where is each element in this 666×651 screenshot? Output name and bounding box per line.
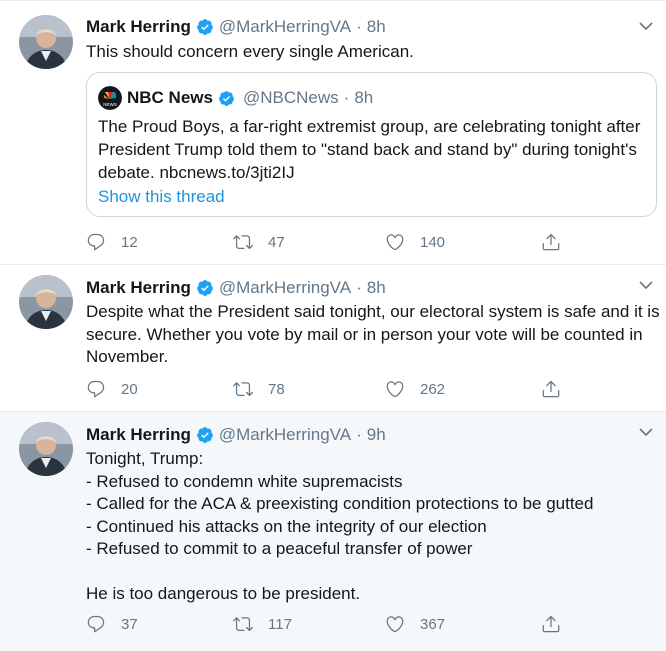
timestamp[interactable]: 8h xyxy=(367,17,386,37)
quoted-author-name: NBC News xyxy=(127,88,213,107)
quoted-text-line: debate. nbcnews.to/3jti2IJ xyxy=(98,163,295,182)
tweet-text-line: This should concern every single America… xyxy=(86,42,414,61)
retweet-icon xyxy=(233,382,253,397)
reply-icon xyxy=(87,615,105,633)
share-icon xyxy=(542,380,560,398)
tweet-text-line: November. xyxy=(86,347,169,366)
reply-button[interactable]: 37 xyxy=(86,612,138,636)
like-count: 262 xyxy=(420,380,446,398)
reply-button[interactable]: 12 xyxy=(86,230,138,254)
verified-badge-icon xyxy=(196,280,213,296)
quoted-avatar: NEWS xyxy=(98,86,122,110)
quoted-header: NBC News @NBCNews · 8h xyxy=(127,86,373,110)
retweet-button[interactable]: 117 xyxy=(233,612,292,636)
separator: · xyxy=(356,17,362,36)
tweet-header: Mark Herring @MarkHerringVA · 9h xyxy=(86,423,386,447)
tweet-actions: 37 117 367 xyxy=(86,612,586,636)
tweet-text-line: secure. Whether you vote by mail or in p… xyxy=(86,324,643,344)
author-handle[interactable]: @MarkHerringVA xyxy=(219,278,351,298)
like-icon xyxy=(386,616,404,633)
quoted-text-line: President Trump told them to "stand back… xyxy=(98,140,637,159)
like-icon xyxy=(386,234,404,251)
author-name[interactable]: Mark Herring xyxy=(86,278,191,298)
share-button[interactable] xyxy=(541,230,561,254)
tweet-text: Despite what the President said tonight,… xyxy=(86,301,660,369)
share-icon xyxy=(542,615,560,633)
separator: · xyxy=(356,278,362,297)
chevron-down-icon[interactable] xyxy=(636,422,656,442)
avatar[interactable] xyxy=(19,275,73,329)
tweet-text-line: He is too dangerous to be president. xyxy=(86,584,361,603)
tweet-actions: 12 47 140 xyxy=(86,230,586,254)
share-button[interactable] xyxy=(541,377,561,401)
tweet-text: Tonight, Trump: - Refused to condemn whi… xyxy=(86,448,652,606)
tweet-header: Mark Herring @MarkHerringVA · 8h xyxy=(86,276,386,300)
chevron-down-icon[interactable] xyxy=(636,16,656,36)
reply-count: 12 xyxy=(121,233,138,251)
tweet-text: This should concern every single America… xyxy=(86,41,652,64)
author-handle[interactable]: @MarkHerringVA xyxy=(219,425,351,445)
quoted-text: The Proud Boys, a far-right extremist gr… xyxy=(98,115,646,184)
like-count: 140 xyxy=(420,233,446,251)
quoted-text-line: The Proud Boys, a far-right extremist gr… xyxy=(98,117,641,136)
chevron-down-icon[interactable] xyxy=(636,275,656,295)
verified-badge-icon xyxy=(196,19,213,35)
quoted-tweet[interactable]: NEWS NBC News @NBCNews · 8h The Proud Bo… xyxy=(86,72,657,217)
tweet-header: Mark Herring @MarkHerringVA · 8h xyxy=(86,15,386,39)
retweet-icon xyxy=(233,235,253,250)
avatar[interactable] xyxy=(19,15,73,69)
reply-count: 37 xyxy=(121,615,138,633)
reply-icon xyxy=(87,233,105,251)
retweet-button[interactable]: 78 xyxy=(233,377,285,401)
nbc-logo-icon: NEWS xyxy=(98,86,122,110)
separator: · xyxy=(356,425,362,444)
verified-badge-icon xyxy=(196,427,213,443)
share-icon xyxy=(542,233,560,251)
show-thread-link[interactable]: Show this thread xyxy=(98,187,225,207)
like-button[interactable]: 367 xyxy=(385,612,445,636)
tweet-text-line: Tonight, Trump: xyxy=(86,449,204,468)
timestamp[interactable]: 8h xyxy=(367,278,386,298)
tweet[interactable]: Mark Herring @MarkHerringVA · 8h Despite… xyxy=(0,265,666,412)
tweet-text-line: - Refused to condemn white supremacists xyxy=(86,471,403,491)
separator: · xyxy=(343,88,350,107)
tweet-feed: Mark Herring @MarkHerringVA · 8h This sh… xyxy=(0,0,666,651)
tweet[interactable]: Mark Herring @MarkHerringVA · 9h Tonight… xyxy=(0,412,666,651)
author-name[interactable]: Mark Herring xyxy=(86,425,191,445)
retweet-button[interactable]: 47 xyxy=(233,230,285,254)
like-button[interactable]: 262 xyxy=(385,377,445,401)
timestamp[interactable]: 9h xyxy=(367,425,386,445)
author-handle[interactable]: @MarkHerringVA xyxy=(219,17,351,37)
like-button[interactable]: 140 xyxy=(385,230,445,254)
tweet-text-line: - Continued his attacks on the integrity… xyxy=(86,516,487,536)
reply-button[interactable]: 20 xyxy=(86,377,138,401)
retweet-count: 78 xyxy=(268,380,285,398)
like-count: 367 xyxy=(420,615,446,633)
retweet-count: 117 xyxy=(268,615,292,633)
tweet-text-line: - Refused to commit to a peaceful transf… xyxy=(86,539,473,558)
author-name[interactable]: Mark Herring xyxy=(86,17,191,37)
retweet-icon xyxy=(233,617,253,632)
quoted-timestamp: 8h xyxy=(354,88,374,107)
verified-badge-icon xyxy=(219,90,234,106)
tweet[interactable]: Mark Herring @MarkHerringVA · 8h This sh… xyxy=(0,1,666,265)
tweet-text-line: - Called for the ACA & preexisting condi… xyxy=(86,494,594,513)
share-button[interactable] xyxy=(541,612,561,636)
tweet-actions: 20 78 262 xyxy=(86,377,586,401)
tweet-text-line: Despite what the President said tonight,… xyxy=(86,302,660,321)
avatar[interactable] xyxy=(19,422,73,476)
reply-count: 20 xyxy=(121,380,138,398)
svg-text:NEWS: NEWS xyxy=(103,102,117,107)
quoted-author-handle: @NBCNews xyxy=(242,88,339,107)
retweet-count: 47 xyxy=(268,233,285,251)
like-icon xyxy=(386,381,404,398)
reply-icon xyxy=(87,380,105,398)
